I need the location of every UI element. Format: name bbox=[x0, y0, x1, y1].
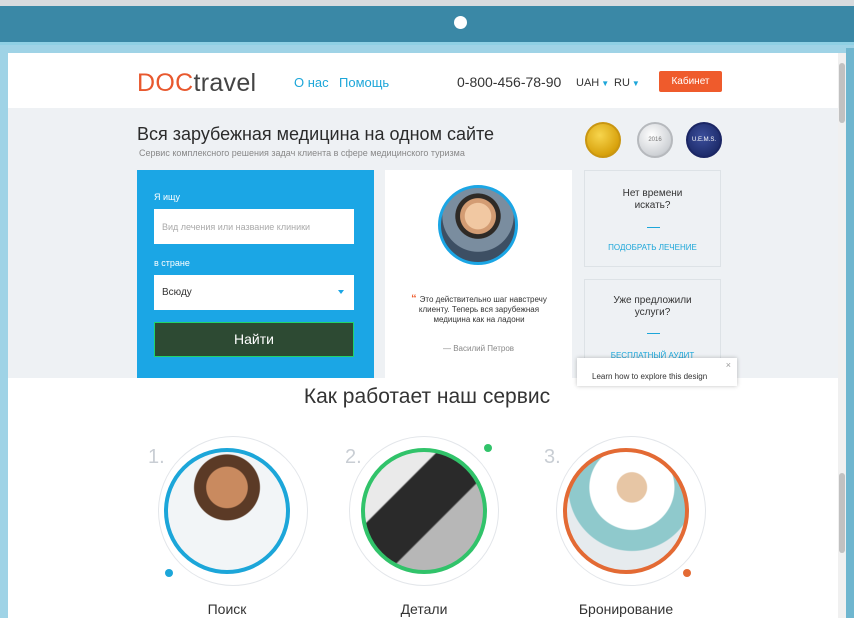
hero-subtitle: Сервис комплексного решения задач клиент… bbox=[139, 148, 465, 158]
logo-travel: travel bbox=[193, 69, 257, 97]
explore-tooltip[interactable]: Learn how to explore this design × bbox=[577, 358, 737, 386]
step-details-image bbox=[361, 448, 487, 574]
pick-treatment-link[interactable]: ПОДОБРАТЬ ЛЕЧЕНИЕ bbox=[585, 243, 720, 252]
divider bbox=[647, 227, 660, 228]
chevron-down-icon: ▼ bbox=[601, 79, 610, 88]
step-label-search: Поиск bbox=[207, 601, 247, 617]
side-card-title: Нет времени искать? bbox=[622, 188, 683, 211]
silver-award-badge-icon: 2016 bbox=[637, 122, 673, 158]
close-icon[interactable]: × bbox=[726, 360, 731, 370]
testimonial-body: Это действительно шаг навстречу клиенту.… bbox=[418, 295, 547, 324]
country-select[interactable]: Всюду bbox=[154, 275, 354, 310]
site-logo[interactable]: DOCtravel bbox=[137, 69, 256, 98]
frame-right-edge bbox=[846, 48, 854, 618]
testimonial-card: “Это действительно шаг навстречу клиенту… bbox=[385, 170, 572, 378]
country-label: в стране bbox=[154, 258, 190, 268]
nav-help-link[interactable]: Помощь bbox=[339, 75, 389, 90]
language-dropdown[interactable]: RU ▼ bbox=[614, 77, 640, 89]
currency-value: UAH bbox=[576, 77, 600, 89]
testimonial-text: “Это действительно шаг навстречу клиенту… bbox=[403, 294, 555, 325]
avatar bbox=[438, 185, 518, 265]
cabinet-button[interactable]: Кабинет bbox=[659, 71, 722, 92]
step-number: 3. bbox=[544, 446, 561, 468]
step-number: 2. bbox=[345, 446, 362, 468]
accent-dot bbox=[484, 444, 492, 452]
badge-text: U.E.M.S. bbox=[691, 137, 716, 143]
nav-about-link[interactable]: О нас bbox=[294, 75, 329, 90]
camera-icon bbox=[454, 16, 467, 29]
frame-top-edge bbox=[0, 0, 854, 6]
treatment-search-input[interactable] bbox=[154, 209, 354, 244]
testimonial-author: — Василий Петров bbox=[442, 344, 515, 353]
web-page: DOCtravel О нас Помощь 0-800-456-78-90 U… bbox=[8, 53, 846, 618]
scrollbar-thumb[interactable] bbox=[839, 473, 845, 553]
logo-doc: DOC bbox=[137, 69, 194, 97]
search-label: Я ищу bbox=[154, 192, 181, 202]
language-value: RU bbox=[614, 77, 630, 89]
accent-dot bbox=[683, 569, 691, 577]
chevron-down-icon bbox=[338, 290, 344, 294]
phone-number[interactable]: 0-800-456-78-90 bbox=[457, 74, 561, 90]
country-value: Всюду bbox=[162, 287, 192, 298]
step-number: 1. bbox=[148, 446, 165, 468]
currency-dropdown[interactable]: UAH ▼ bbox=[576, 77, 609, 89]
accent-dot bbox=[165, 569, 173, 577]
uems-badge-icon: U.E.M.S. bbox=[686, 122, 722, 158]
quote-icon: “ bbox=[411, 293, 417, 305]
hero-section: Вся зарубежная медицина на одном сайте С… bbox=[8, 108, 846, 378]
divider bbox=[647, 333, 660, 334]
step-search-image bbox=[164, 448, 290, 574]
find-button[interactable]: Найти bbox=[154, 322, 354, 357]
badge-text: 2016 bbox=[648, 137, 662, 143]
chevron-down-icon: ▼ bbox=[631, 79, 640, 88]
step-label-booking: Бронирование bbox=[578, 601, 674, 617]
step-booking-image bbox=[563, 448, 689, 574]
scrollbar-thumb[interactable] bbox=[839, 63, 845, 123]
hero-title: Вся зарубежная медицина на одном сайте bbox=[137, 124, 495, 144]
browser-frame bbox=[0, 0, 854, 45]
side-card-title: Уже предложили услуги? bbox=[613, 295, 692, 318]
site-header: DOCtravel О нас Помощь 0-800-456-78-90 U… bbox=[8, 53, 846, 108]
gold-award-badge-icon bbox=[585, 122, 621, 158]
side-card-pick-treatment: Нет времени искать? ПОДОБРАТЬ ЛЕЧЕНИЕ bbox=[584, 170, 721, 267]
tooltip-text: Learn how to explore this design bbox=[592, 372, 708, 381]
search-panel: Я ищу в стране Всюду Найти bbox=[137, 170, 374, 378]
step-label-details: Детали bbox=[400, 601, 448, 617]
how-it-works-section: Как работает наш сервис 1. 2. 3. Поиск Д… bbox=[8, 378, 846, 618]
section-title: Как работает наш сервис bbox=[303, 385, 551, 408]
page-scrollbar[interactable] bbox=[838, 53, 846, 618]
